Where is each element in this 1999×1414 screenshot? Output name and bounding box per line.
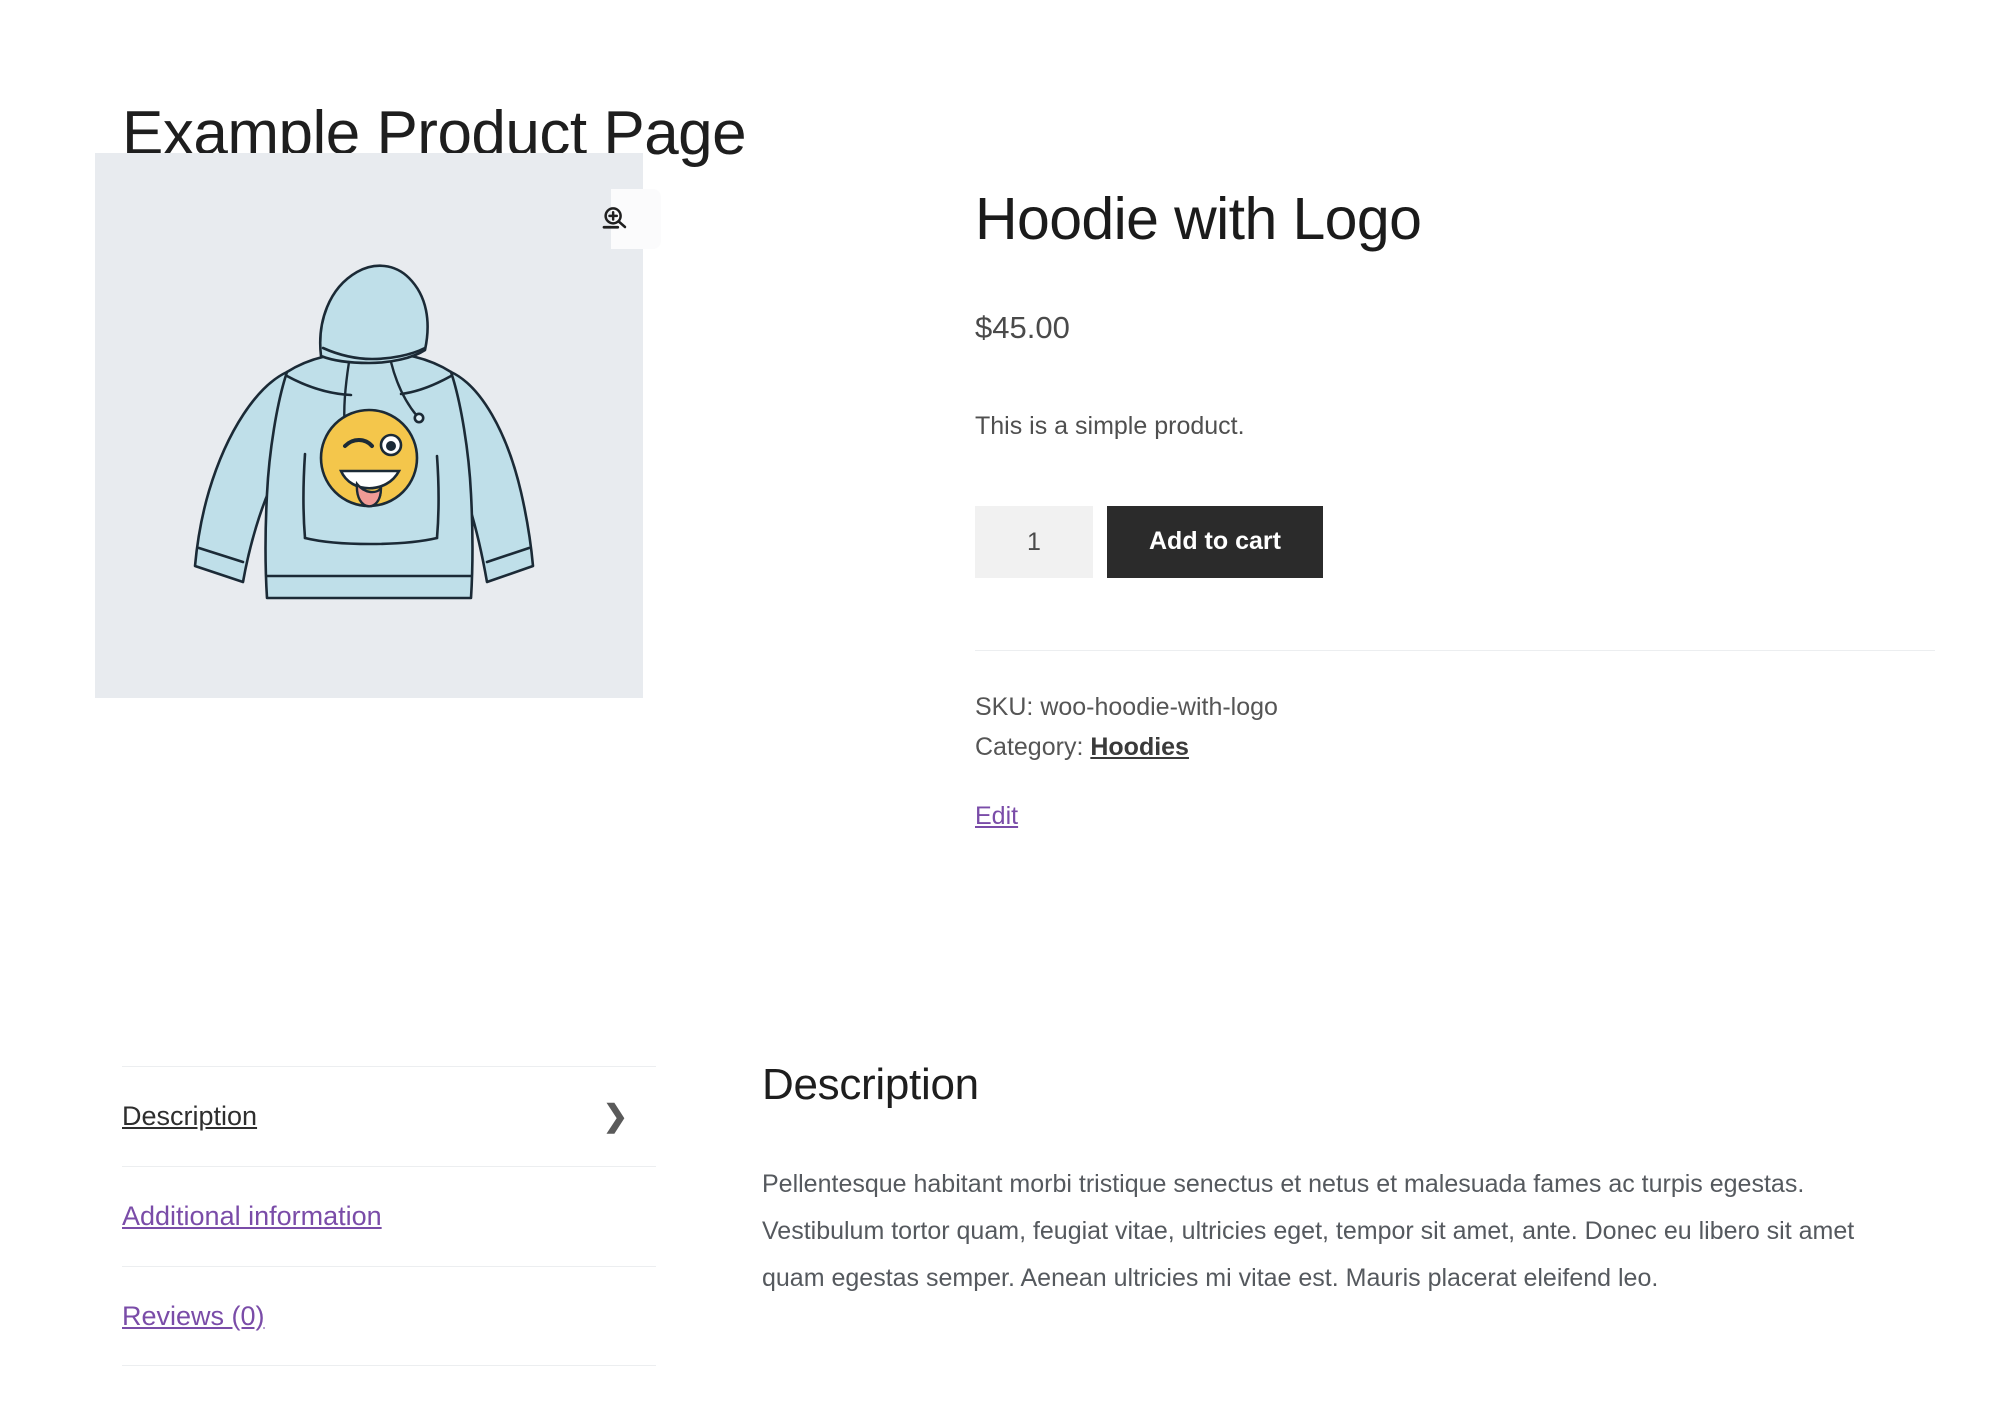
product-image [95, 153, 643, 698]
tab-additional-information-label: Additional information [122, 1201, 382, 1231]
sku-row: SKU: woo-hoodie-with-logo [975, 687, 1935, 728]
product-price: $45.00 [975, 310, 1070, 346]
tab-additional-information[interactable]: Additional information [122, 1166, 656, 1266]
panel-body-text: Pellentesque habitant morbi tristique se… [762, 1169, 1855, 1292]
product-meta: SKU: woo-hoodie-with-logo Category: Hood… [975, 687, 1935, 837]
product-short-description: This is a simple product. [975, 412, 1245, 441]
product-tabs-list: Description ❯ Additional information Rev… [122, 1066, 656, 1366]
add-to-cart-form: 1 Add to cart [975, 505, 1935, 578]
add-to-cart-button[interactable]: Add to cart [1107, 505, 1323, 578]
product-title: Hoodie with Logo [975, 186, 1422, 252]
sku-label: SKU: [975, 692, 1034, 721]
panel-title: Description [762, 1060, 979, 1109]
category-link-hoodies[interactable]: Hoodies [1090, 733, 1189, 761]
category-row: Category: Hoodies [975, 727, 1935, 768]
tab-description-label: Description [122, 1101, 258, 1131]
chevron-right-icon: ❯ [602, 1099, 628, 1133]
tab-panel-description: Description Pellentesque habitant morbi … [762, 1060, 1922, 1327]
tab-reviews-label: Reviews (0) [122, 1300, 265, 1331]
product-gallery[interactable] [95, 153, 661, 698]
edit-product-link[interactable]: Edit [975, 796, 1018, 837]
tab-description[interactable]: Description ❯ [122, 1066, 656, 1166]
hoodie-illustration [193, 264, 535, 599]
category-label: Category: [975, 733, 1084, 762]
tab-reviews[interactable]: Reviews (0) [122, 1266, 656, 1366]
meta-divider [975, 649, 1935, 651]
magnifier-plus-icon[interactable] [595, 199, 635, 239]
emoji-logo [319, 408, 419, 507]
product-summary: Hoodie with Logo $45.00 This is a simple… [975, 186, 1935, 836]
sku-value: woo-hoodie-with-logo [1040, 692, 1278, 721]
quantity-input[interactable]: 1 [975, 505, 1093, 578]
